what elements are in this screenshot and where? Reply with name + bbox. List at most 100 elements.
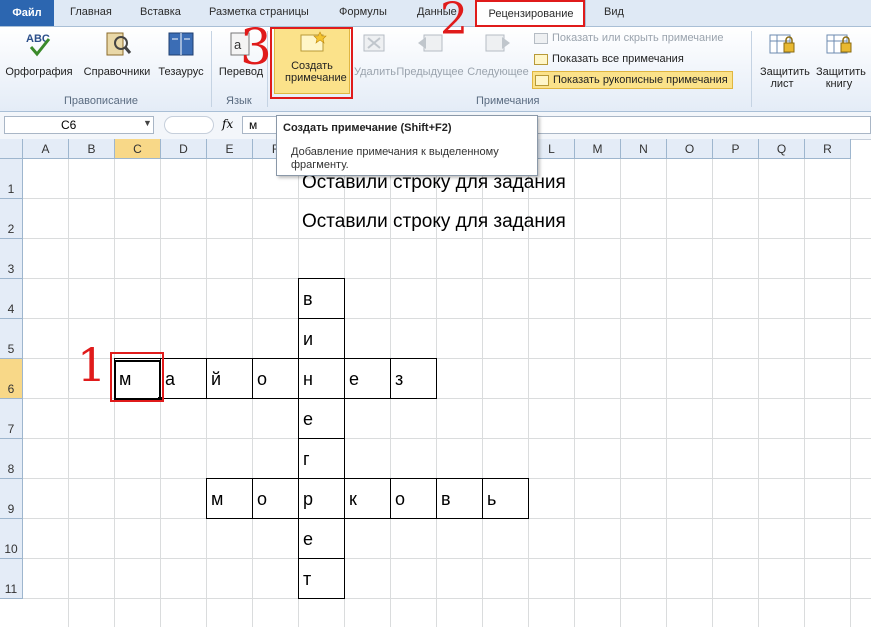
thesaurus-button[interactable]: Тезаурус <box>156 29 206 93</box>
tab-page-layout[interactable]: Разметка страницы <box>209 6 309 18</box>
row-header-10[interactable]: 10 <box>0 519 23 559</box>
column-header-p[interactable]: P <box>713 139 759 159</box>
column-header-d[interactable]: D <box>161 139 207 159</box>
crossword-cell[interactable]: е <box>298 398 345 439</box>
tab-formulas[interactable]: Формулы <box>339 6 387 18</box>
column-header-a[interactable]: A <box>23 139 69 159</box>
show-all-comments-button[interactable]: Показать все примечания <box>534 53 684 65</box>
crossword-cell[interactable]: е <box>344 358 391 399</box>
thesaurus-label: Тезаурус <box>158 66 204 78</box>
crossword-cell[interactable]: о <box>390 478 437 519</box>
thesaurus-book-icon <box>168 32 194 56</box>
column-header-q[interactable]: Q <box>759 139 805 159</box>
gridline-horizontal <box>23 558 871 559</box>
references-button[interactable]: Справочники <box>78 29 156 93</box>
tab-home[interactable]: Главная <box>70 6 112 18</box>
function-icon[interactable]: fx <box>222 117 233 131</box>
crossword-cell[interactable]: о <box>252 478 299 519</box>
spelling-button[interactable]: ABC Орфография <box>2 29 76 93</box>
name-box[interactable]: C6 ▼ <box>4 116 154 134</box>
column-header-n[interactable]: N <box>621 139 667 159</box>
group-comments-label: Примечания <box>476 95 540 107</box>
gridline-vertical <box>804 159 805 627</box>
column-header-c[interactable]: C <box>115 139 161 159</box>
gridline-vertical <box>574 159 575 627</box>
tab-insert[interactable]: Вставка <box>140 6 181 18</box>
tab-file[interactable]: Файл <box>0 0 54 26</box>
next-comment-icon <box>485 34 510 52</box>
show-all-comments-label: Показать все примечания <box>552 53 684 65</box>
group-separator <box>211 31 212 107</box>
column-header-r[interactable]: R <box>805 139 851 159</box>
crossword-cell[interactable]: в <box>298 278 345 319</box>
spelling-label: Орфография <box>5 66 73 78</box>
show-hide-comment-label: Показать или скрыть примечание <box>552 32 724 44</box>
tooltip-title: Создать примечание (Shift+F2) <box>283 122 452 134</box>
row-header-11[interactable]: 11 <box>0 559 23 599</box>
next-comment-button[interactable]: Следующее <box>466 29 530 93</box>
annotation-box-review-tab <box>475 0 585 27</box>
ribbon: ABC Орфография Справочники Тезаурус Прав… <box>0 27 871 112</box>
protect-workbook-icon <box>826 34 852 54</box>
research-book-icon <box>106 32 132 56</box>
tooltip: Создать примечание (Shift+F2) Добавление… <box>276 115 538 176</box>
show-all-comments-icon <box>534 53 548 65</box>
gridline-vertical <box>712 159 713 627</box>
row-header-1[interactable]: 1 <box>0 159 23 199</box>
previous-comment-label: Предыдущее <box>396 66 464 78</box>
crossword-cell[interactable]: з <box>390 358 437 399</box>
gridline-horizontal <box>23 598 871 599</box>
group-language-label: Язык <box>226 95 252 107</box>
crossword-cell[interactable]: н <box>298 358 345 399</box>
next-comment-label: Следующее <box>467 66 529 78</box>
ink-comment-icon <box>535 74 549 86</box>
formula-value: м <box>249 118 258 132</box>
crossword-cell[interactable]: в <box>436 478 483 519</box>
crossword-cell[interactable]: ь <box>482 478 529 519</box>
task-line-2: Оставили строку для задания <box>302 211 566 232</box>
column-header-m[interactable]: M <box>575 139 621 159</box>
crossword-cell[interactable]: а <box>160 358 207 399</box>
gridline-horizontal <box>23 198 871 199</box>
annotation-number-3: 3 <box>240 18 272 76</box>
crossword-cell[interactable]: т <box>298 558 345 599</box>
crossword-cell[interactable]: и <box>298 318 345 359</box>
column-header-e[interactable]: E <box>207 139 253 159</box>
protect-sheet-button[interactable]: Защитить лист <box>754 29 810 93</box>
chevron-down-icon[interactable]: ▼ <box>143 118 152 128</box>
protect-sheet-label: Защитить лист <box>760 66 810 90</box>
crossword-cell[interactable]: е <box>298 518 345 559</box>
annotation-box-cell <box>110 352 164 402</box>
crossword-cell[interactable]: м <box>206 478 253 519</box>
gridline-horizontal <box>23 238 871 239</box>
delete-comment-label: Удалить <box>354 66 396 78</box>
name-box-value: C6 <box>61 118 77 132</box>
annotation-number-1: 1 <box>77 338 107 392</box>
row-header-2[interactable]: 2 <box>0 199 23 239</box>
row-header-4[interactable]: 4 <box>0 279 23 319</box>
row-header-5[interactable]: 5 <box>0 319 23 359</box>
row-header-3[interactable]: 3 <box>0 239 23 279</box>
show-ink-label: Показать рукописные примечания <box>553 74 728 86</box>
column-header-o[interactable]: O <box>667 139 713 159</box>
crossword-cell[interactable]: г <box>298 438 345 479</box>
tab-view[interactable]: Вид <box>604 6 624 18</box>
gridline-horizontal <box>23 278 871 279</box>
protect-book-label: Защитить книгу <box>816 66 866 90</box>
row-header-7[interactable]: 7 <box>0 399 23 439</box>
delete-comment-button[interactable]: Удалить <box>354 29 396 93</box>
row-header-9[interactable]: 9 <box>0 479 23 519</box>
column-header-b[interactable]: B <box>69 139 115 159</box>
protect-book-button[interactable]: Защитить книгу <box>810 29 868 93</box>
crossword-cell[interactable]: р <box>298 478 345 519</box>
select-all-corner[interactable] <box>0 139 23 159</box>
row-header-6[interactable]: 6 <box>0 359 23 399</box>
annotation-box-new-comment <box>270 27 353 99</box>
gridline-vertical <box>68 159 69 627</box>
show-ink-button[interactable]: Показать рукописные примечания <box>532 71 733 89</box>
crossword-cell[interactable]: о <box>252 358 299 399</box>
crossword-cell[interactable]: й <box>206 358 253 399</box>
show-hide-comment-button[interactable]: Показать или скрыть примечание <box>534 32 723 44</box>
row-header-8[interactable]: 8 <box>0 439 23 479</box>
crossword-cell[interactable]: к <box>344 478 391 519</box>
